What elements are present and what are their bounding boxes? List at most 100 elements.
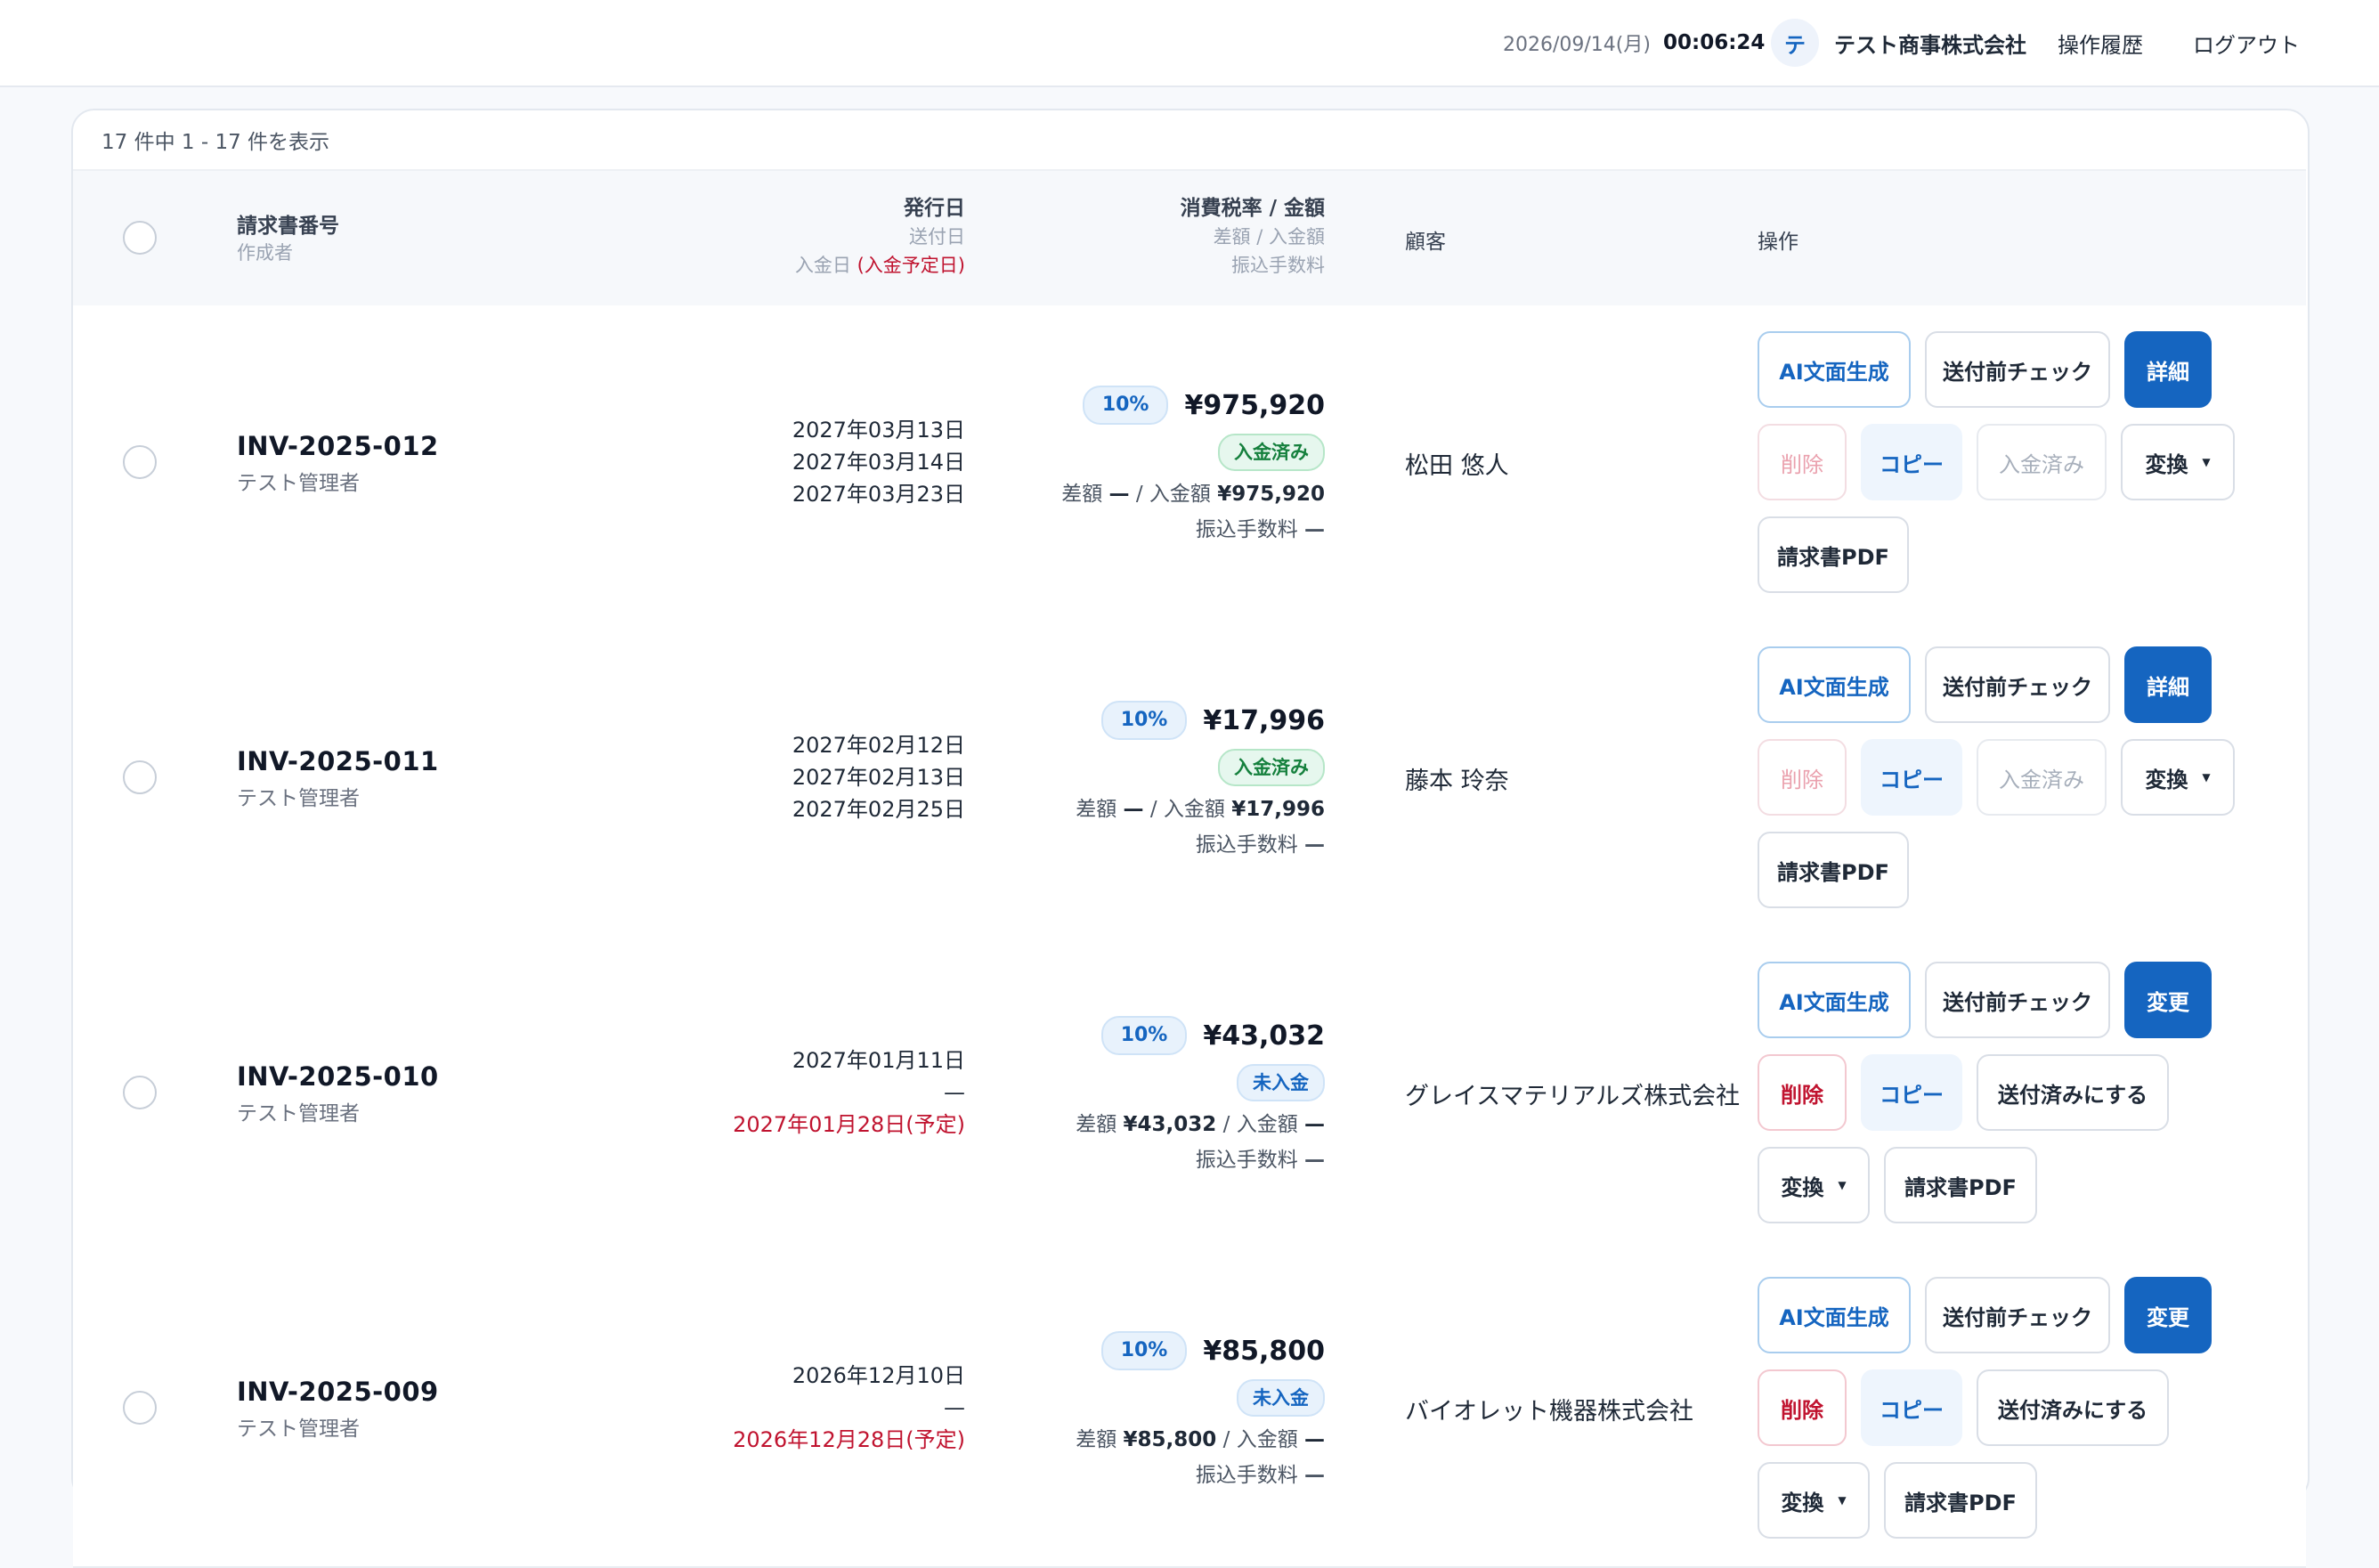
issue-date: 2027年01月11日 [792,1048,965,1073]
mark-sent-button[interactable]: 送付済みにする [1977,1369,2169,1446]
convert-label: 変換 [1781,1490,1824,1515]
fee-label: 振込手数料 [1195,1464,1298,1487]
invoice-dates: 2027年02月12日 2027年02月13日 2027年02月25日 [792,729,965,825]
detail-button[interactable]: 詳細 [2124,331,2212,408]
creator-name: テスト管理者 [237,472,360,495]
column-actions: 操作 [1758,224,1798,255]
copy-button[interactable]: コピー [1861,1369,1962,1446]
invoice-number[interactable]: INV-2025-009 [237,1377,439,1407]
total-amount: ¥85,800 [1203,1335,1325,1367]
fee-value: — [1304,518,1325,541]
history-link[interactable]: 操作履歴 [2058,0,2143,85]
row-checkbox[interactable] [123,1391,157,1425]
ai-generate-button[interactable]: AI文面生成 [1758,962,1911,1038]
invoice-pdf-button[interactable]: 請求書PDF [1884,1462,2037,1539]
table-row: INV-2025-012 テスト管理者 2027年03月13日 2027年03月… [73,305,2306,622]
invoice-number[interactable]: INV-2025-010 [237,1061,439,1092]
column-send-date-label: 送付日 [909,226,965,248]
status-badge: 入金済み [1218,749,1325,786]
column-tax-amount-label: 消費税率 / 金額 [1180,197,1325,220]
column-issue-date-label: 発行日 [904,197,965,220]
issue-date: 2027年02月12日 [792,733,965,758]
tax-rate-badge: 10% [1100,1331,1188,1370]
ai-generate-button[interactable]: AI文面生成 [1758,1277,1911,1353]
current-time: 00:06:24 [1663,31,1766,54]
invoice-number[interactable]: INV-2025-011 [237,746,439,776]
row-checkbox[interactable] [123,1076,157,1109]
copy-button[interactable]: コピー [1861,424,1962,500]
paid-label: 入金額 [1149,483,1211,506]
logout-link[interactable]: ログアウト [2193,0,2300,85]
precheck-button[interactable]: 送付前チェック [1925,1277,2110,1353]
diff-value: ¥85,800 [1123,1428,1217,1451]
status-badge: 入金済み [1218,434,1325,471]
delete-button[interactable]: 削除 [1758,1369,1847,1446]
copy-button[interactable]: コピー [1861,739,1962,816]
fee-label: 振込手数料 [1195,833,1298,857]
issue-date: 2026年12月10日 [792,1363,965,1388]
amount-block: 10% ¥17,996 入金済み 差額 — / 入金額 ¥17,996 振込手数… [1076,701,1325,857]
mark-sent-button[interactable]: 送付済みにする [1977,1054,2169,1131]
precheck-button[interactable]: 送付前チェック [1925,962,2110,1038]
fee-value: — [1304,1464,1325,1487]
send-date: 2027年03月14日 [792,450,965,475]
paid-status-button[interactable]: 入金済み [1977,739,2107,816]
tax-rate-badge: 10% [1100,1016,1188,1055]
caret-down-icon: ▼ [2202,456,2211,468]
invoice-dates: 2027年01月11日 — 2027年01月28日(予定) [733,1044,965,1141]
edit-button[interactable]: 変更 [2124,962,2212,1038]
convert-dropdown[interactable]: 変換 ▼ [2121,424,2235,500]
ai-generate-button[interactable]: AI文面生成 [1758,646,1911,723]
diff-value: — [1108,483,1130,506]
delete-button[interactable]: 削除 [1758,424,1847,500]
copy-button[interactable]: コピー [1861,1054,1962,1131]
row-checkbox[interactable] [123,445,157,479]
fee-label: 振込手数料 [1195,1149,1298,1172]
convert-dropdown[interactable]: 変換 ▼ [1758,1147,1870,1223]
detail-button[interactable]: 詳細 [2124,646,2212,723]
company-avatar[interactable]: テ [1771,0,1819,85]
payment-date: 2027年02月25日 [792,797,965,822]
column-diff-paid-label: 差額 / 入金額 [1213,226,1325,248]
delete-button[interactable]: 削除 [1758,1054,1847,1131]
fee-line: 振込手数料 — [1061,512,1325,542]
edit-button[interactable]: 変更 [2124,1277,2212,1353]
invoice-number[interactable]: INV-2025-012 [237,431,439,461]
creator-name: テスト管理者 [237,787,360,810]
paid-status-button[interactable]: 入金済み [1977,424,2107,500]
total-amount: ¥43,032 [1203,1020,1325,1052]
row-checkbox[interactable] [123,760,157,794]
invoice-dates: 2026年12月10日 — 2026年12月28日(予定) [733,1360,965,1456]
diff-label: 差額 [1076,1428,1117,1451]
company-name[interactable]: テスト商事株式会社 [1834,0,2026,85]
payment-date-planned: 2026年12月28日(予定) [733,1427,965,1452]
select-all-checkbox[interactable] [123,221,157,255]
precheck-button[interactable]: 送付前チェック [1925,646,2110,723]
invoice-pdf-button[interactable]: 請求書PDF [1758,832,1909,908]
table-row: INV-2025-009 テスト管理者 2026年12月10日 — 2026年1… [73,1251,2306,1568]
total-amount: ¥975,920 [1184,389,1325,421]
diff-paid-line: 差額 ¥85,800 / 入金額 — [1076,1428,1325,1451]
customer-name: バイオレット機器株式会社 [1405,1398,1693,1426]
convert-dropdown[interactable]: 変換 ▼ [2121,739,2235,816]
delete-button[interactable]: 削除 [1758,739,1847,816]
invoice-pdf-button[interactable]: 請求書PDF [1884,1147,2037,1223]
amount-block: 10% ¥43,032 未入金 差額 ¥43,032 / 入金額 — 振込手数料… [1076,1016,1325,1173]
paid-value: — [1304,1113,1325,1136]
invoice-pdf-button[interactable]: 請求書PDF [1758,516,1909,593]
ai-generate-button[interactable]: AI文面生成 [1758,331,1911,408]
send-date: — [944,1080,965,1105]
diff-label: 差額 [1061,483,1103,506]
caret-down-icon: ▼ [2202,771,2211,784]
total-amount: ¥17,996 [1203,704,1325,736]
diff-value: — [1123,798,1144,821]
column-payment-date-label: 入金日 [794,255,851,276]
customer-name: 藤本 玲奈 [1405,768,1509,795]
column-actions-label: 操作 [1758,231,1798,254]
precheck-button[interactable]: 送付前チェック [1925,331,2110,408]
send-date: — [944,1395,965,1420]
customer-name: 松田 悠人 [1405,452,1509,480]
avatar-initial: テ [1771,19,1819,67]
fee-line: 振込手数料 — [1076,1142,1325,1173]
convert-dropdown[interactable]: 変換 ▼ [1758,1462,1870,1539]
